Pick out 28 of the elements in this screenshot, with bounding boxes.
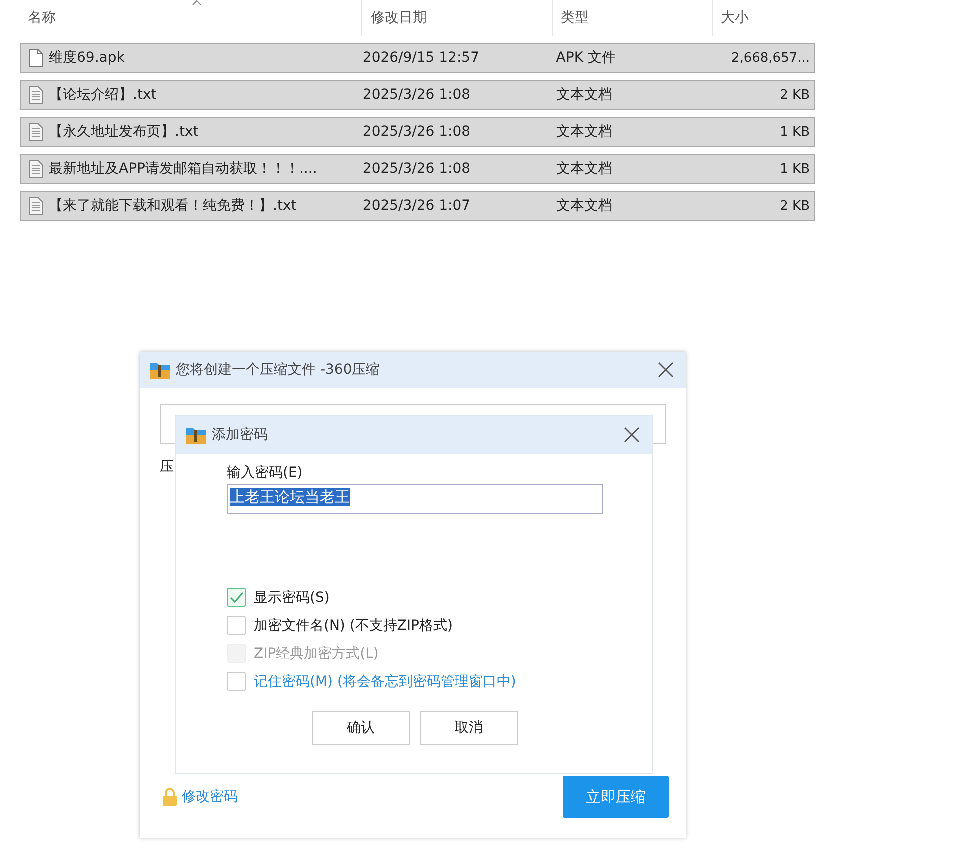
file-date: 2025/3/26 1:08 [362, 161, 472, 177]
checkbox-label: 记住密码(M) (将会备忘到密码管理窗口中) [254, 672, 516, 690]
checkbox-label: 加密文件名(N) (不支持ZIP格式) [254, 616, 453, 634]
file-name: 【来了就能下载和观看！纯免费！】.txt [49, 197, 297, 215]
file-type: 文本文档 [555, 197, 614, 215]
checkbox-label: 显示密码(S) [254, 588, 330, 606]
file-date: 2025/3/26 1:08 [362, 124, 472, 140]
file-size: 2 KB [779, 88, 812, 102]
file-name: 维度69.apk [49, 49, 125, 67]
file-size: 1 KB [779, 162, 812, 176]
file-size: 2 KB [779, 198, 812, 214]
file-type: APK 文件 [555, 49, 617, 67]
file-date: 2026/9/15 12:57 [362, 50, 480, 66]
checkbox-label: ZIP经典加密方式(L) [254, 644, 379, 662]
window-title: 添加密码 [212, 426, 269, 444]
file-size: 2,668,657... [730, 50, 812, 66]
file-type: 文本文档 [555, 123, 614, 141]
file-size: 1 KB [779, 124, 812, 140]
window-title: 您将创建一个压缩文件 -360压缩 [176, 361, 382, 379]
file-type: 文本文档 [555, 160, 614, 178]
field-label: 输入密码(E) [227, 464, 304, 482]
file-name: 【论坛介绍】.txt [49, 86, 157, 104]
file-type: 文本文档 [555, 86, 614, 104]
file-name: 【永久地址发布页】.txt [49, 123, 199, 141]
file-date: 2025/3/26 1:07 [362, 198, 472, 214]
file-name: 最新地址及APP请发邮箱自动获取！！！.... [49, 160, 318, 178]
file-date: 2025/3/26 1:08 [362, 87, 472, 103]
field-label: 压 [160, 458, 174, 476]
